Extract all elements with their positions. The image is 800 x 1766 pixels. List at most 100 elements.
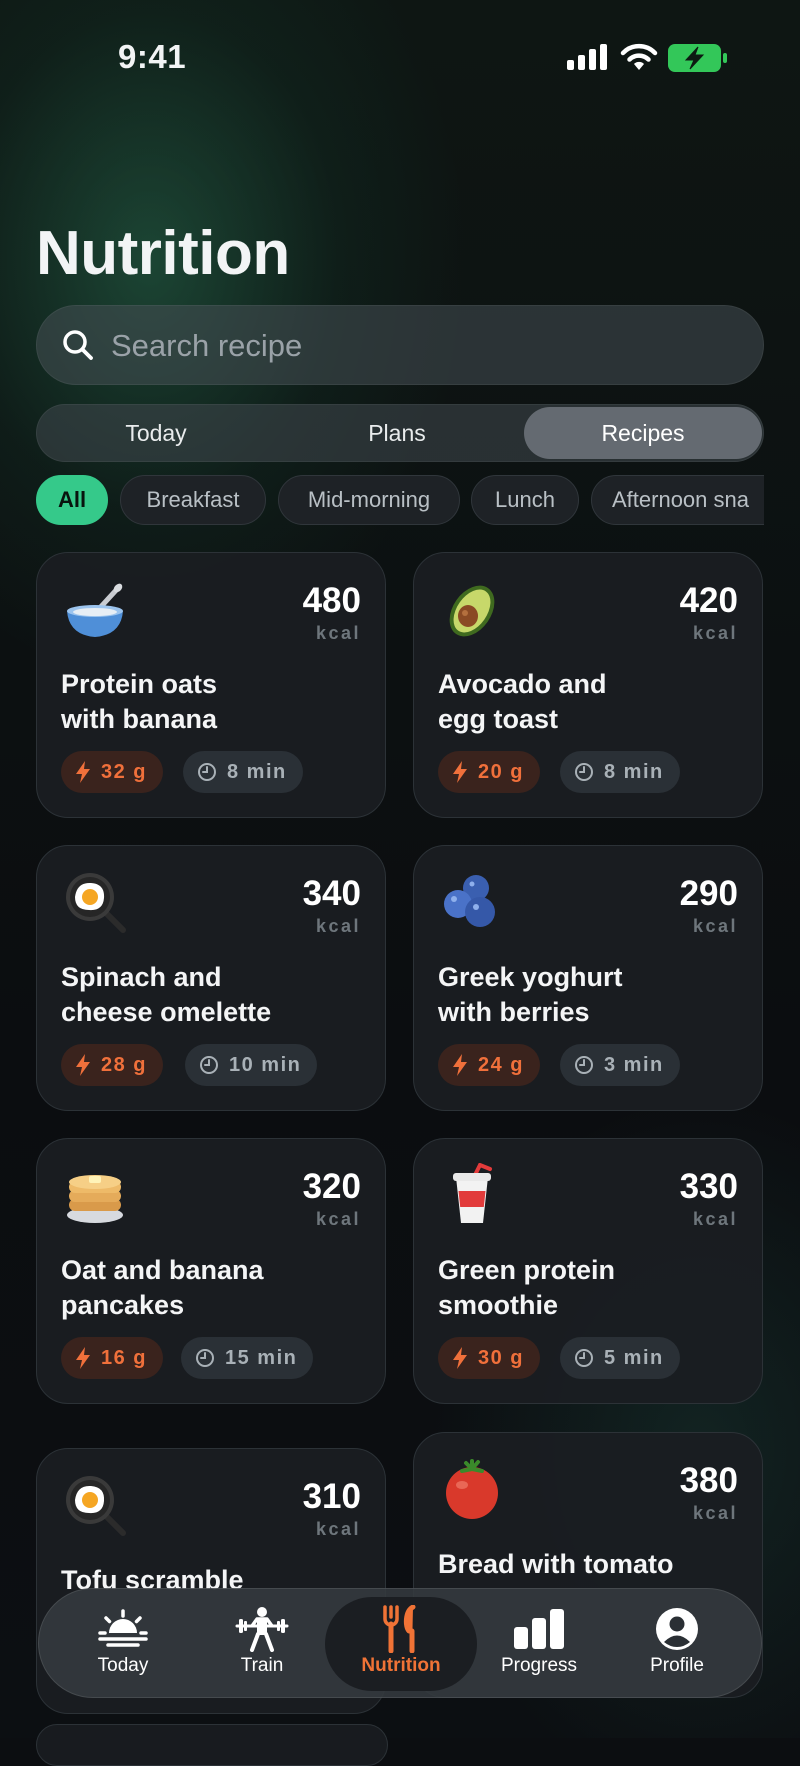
- protein-value: 16 g: [101, 1346, 148, 1369]
- frying-pan-egg-icon: [63, 870, 127, 934]
- recipe-title-line: with banana: [61, 704, 218, 734]
- protein-value: 32 g: [101, 760, 148, 783]
- tab-label: Profile: [650, 1655, 704, 1676]
- recipe-card[interactable]: 420 kcal Avocado and egg toast 20 g 8 mi…: [413, 552, 763, 818]
- time-value: 3 min: [604, 1053, 664, 1076]
- tab-label: Nutrition: [361, 1655, 441, 1676]
- filter-chips: All Breakfast Mid-morning Lunch Afternoo…: [36, 475, 764, 527]
- kcal-unit: kcal: [692, 1503, 738, 1523]
- tab-today[interactable]: Today: [53, 1597, 193, 1691]
- clock-icon: [200, 1056, 218, 1074]
- kcal-value: 380: [679, 1461, 738, 1500]
- time-badge: 8 min: [183, 751, 303, 793]
- chip-lunch[interactable]: Lunch: [471, 475, 579, 525]
- recipe-title: Oat and banana pancakes: [61, 1253, 361, 1323]
- pancakes-icon: [63, 1163, 127, 1227]
- kcal-unit: kcal: [315, 1519, 361, 1539]
- chip-mid-morning[interactable]: Mid-morning: [278, 475, 460, 525]
- bowl-icon: [63, 577, 127, 641]
- kcal-value: 290: [679, 874, 738, 913]
- lightning-icon: [76, 1347, 90, 1369]
- segmented-control: Today Plans Recipes: [36, 404, 764, 462]
- segment-plans[interactable]: Plans: [278, 407, 516, 459]
- cellular-signal-icon: [567, 44, 607, 70]
- avocado-icon: [440, 577, 504, 641]
- status-time: 9:41: [118, 38, 187, 75]
- recipe-title: Greek yoghurt with berries: [438, 960, 738, 1030]
- recipe-title: Avocado and egg toast: [438, 667, 738, 737]
- protein-value: 28 g: [101, 1053, 148, 1076]
- recipe-title-line: cheese omelette: [61, 997, 272, 1027]
- protein-badge: 32 g: [61, 751, 164, 793]
- time-value: 10 min: [229, 1053, 302, 1076]
- chip-afternoon-snack[interactable]: Afternoon sna: [591, 475, 764, 525]
- recipe-card[interactable]: 330 kcal Green protein smoothie 30 g 5 m…: [413, 1138, 763, 1404]
- time-value: 15 min: [225, 1346, 298, 1369]
- kcal-unit: kcal: [692, 623, 738, 643]
- recipe-title: Protein oats with banana: [61, 667, 361, 737]
- kcal-value: 330: [679, 1167, 738, 1206]
- kcal-value: 480: [302, 581, 361, 620]
- tab-nutrition[interactable]: Nutrition: [325, 1597, 477, 1691]
- kcal-unit: kcal: [692, 916, 738, 936]
- recipe-title-line: Greek yoghurt: [438, 962, 623, 992]
- chip-all[interactable]: All: [36, 475, 108, 525]
- search-icon: [63, 330, 93, 360]
- time-badge: 15 min: [181, 1337, 314, 1379]
- protein-value: 24 g: [478, 1053, 525, 1076]
- kcal-unit: kcal: [315, 1209, 361, 1229]
- recipe-card-peek[interactable]: [36, 1724, 388, 1766]
- time-value: 5 min: [604, 1346, 664, 1369]
- protein-value: 20 g: [478, 760, 525, 783]
- protein-badge: 16 g: [61, 1337, 164, 1379]
- recipe-card[interactable]: 340 kcal Spinach and cheese omelette 28 …: [36, 845, 386, 1111]
- recipe-title-line: Oat and banana: [61, 1255, 264, 1285]
- protein-badge: 28 g: [61, 1044, 164, 1086]
- tab-label: Train: [240, 1655, 284, 1676]
- recipe-title-line: smoothie: [438, 1290, 559, 1320]
- kcal-unit: kcal: [692, 1209, 738, 1229]
- fork-knife-icon: [383, 1605, 416, 1653]
- tab-profile[interactable]: Profile: [607, 1597, 747, 1691]
- lightning-icon: [453, 1347, 467, 1369]
- tab-train[interactable]: Train: [192, 1597, 332, 1691]
- kcal-unit: kcal: [315, 623, 361, 643]
- frying-pan-egg-icon: [63, 1473, 127, 1537]
- recipe-title-line: pancakes: [61, 1290, 185, 1320]
- search-bar[interactable]: [36, 305, 764, 386]
- clock-icon: [575, 1349, 593, 1367]
- recipe-title-line: Protein oats: [61, 669, 218, 699]
- page-title: Nutrition: [36, 219, 290, 288]
- time-badge: 10 min: [185, 1044, 318, 1086]
- clock-icon: [198, 763, 216, 781]
- chip-breakfast[interactable]: Breakfast: [120, 475, 266, 525]
- status-bar: 9:41: [0, 0, 800, 118]
- blueberries-icon: [440, 870, 504, 934]
- tab-bar: Today Train Nutrition Progress Profile: [38, 1588, 762, 1698]
- person-circle-icon: [656, 1608, 698, 1650]
- segment-today[interactable]: Today: [37, 407, 275, 459]
- search-input[interactable]: [109, 306, 733, 386]
- lightning-icon: [453, 761, 467, 783]
- recipe-card[interactable]: 320 kcal Oat and banana pancakes 16 g 15…: [36, 1138, 386, 1404]
- battery-charging-icon: [668, 44, 727, 72]
- time-badge: 5 min: [560, 1337, 680, 1379]
- recipe-title-line: Avocado and: [438, 669, 607, 699]
- weightlifter-icon: [235, 1607, 289, 1652]
- time-badge: 3 min: [560, 1044, 680, 1086]
- protein-badge: 24 g: [438, 1044, 541, 1086]
- sunrise-icon: [98, 1609, 148, 1647]
- tab-progress[interactable]: Progress: [469, 1597, 609, 1691]
- recipe-card[interactable]: 290 kcal Greek yoghurt with berries 24 g…: [413, 845, 763, 1111]
- time-value: 8 min: [604, 760, 664, 783]
- lightning-icon: [453, 1054, 467, 1076]
- time-badge: 8 min: [560, 751, 680, 793]
- kcal-unit: kcal: [315, 916, 361, 936]
- cup-with-straw-icon: [440, 1162, 504, 1227]
- kcal-value: 310: [302, 1477, 361, 1516]
- segment-recipes[interactable]: Recipes: [524, 407, 762, 459]
- recipe-card[interactable]: 480 kcal Protein oats with banana 32 g 8…: [36, 552, 386, 818]
- lightning-icon: [76, 761, 90, 783]
- kcal-value: 420: [679, 581, 738, 620]
- tab-label: Today: [97, 1655, 149, 1676]
